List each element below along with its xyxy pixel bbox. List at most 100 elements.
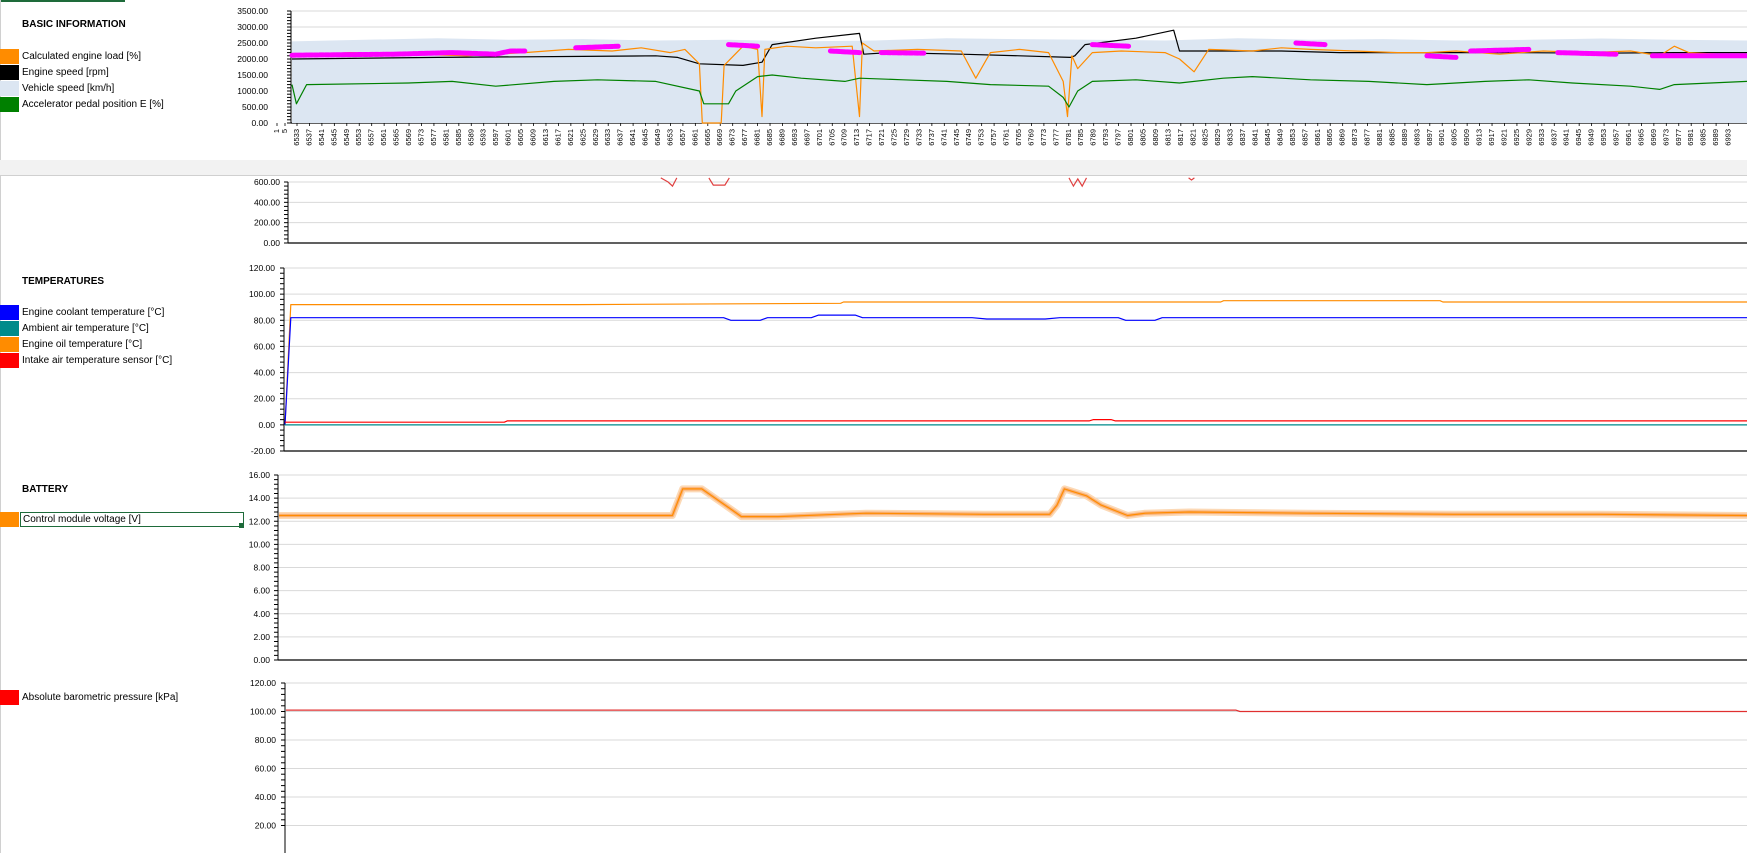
y-tick-label: 14.00 xyxy=(249,493,271,503)
x-tick-label: 6685 xyxy=(765,129,774,146)
x-tick-label: 6969 xyxy=(1649,129,1658,146)
x-tick-label: 6601 xyxy=(504,129,513,146)
x-tick-label: 6697 xyxy=(802,129,811,146)
x-tick-label: 6721 xyxy=(877,129,886,146)
x-tick-label: 6893 xyxy=(1412,129,1421,146)
x-tick-label: 6701 xyxy=(815,129,824,146)
chart-upper-partial: 0.00 200.00 400.00 600.00 xyxy=(254,177,1747,248)
series-highlight-segment xyxy=(573,43,622,51)
series-highlight-segment xyxy=(878,50,928,56)
x-tick-label: 6629 xyxy=(591,129,600,146)
y-tick-label: 20.00 xyxy=(255,821,277,831)
chart-temperatures: -20.00 0.00 20.00 40.00 60.00 80.00 100.00 120.… xyxy=(249,263,1747,456)
x-tick-label: 6709 xyxy=(840,129,849,146)
x-tick-label: 6693 xyxy=(790,129,799,146)
worksheet: BASIC INFORMATION Calculated engine load… xyxy=(0,0,1747,853)
x-tick-label: 5 xyxy=(280,129,289,133)
x-tick-label: 6929 xyxy=(1524,129,1533,146)
x-tick-label: 6621 xyxy=(566,129,575,146)
x-tick-label: 6773 xyxy=(1039,129,1048,146)
x-tick-label: 6553 xyxy=(354,129,363,146)
y-tick-label: 2.00 xyxy=(253,632,270,642)
x-tick-label: 6849 xyxy=(1275,129,1284,146)
series-highlight-segment xyxy=(1555,50,1619,57)
x-tick-label: 6813 xyxy=(1163,129,1172,146)
x-tick-label: 6705 xyxy=(827,129,836,146)
y-tick-label: 200.00 xyxy=(254,218,280,228)
y-tick-label: 8.00 xyxy=(253,563,270,573)
x-tick-label: 6913 xyxy=(1475,129,1484,146)
x-tick-label: 6729 xyxy=(902,129,911,146)
x-tick-label: 6905 xyxy=(1450,129,1459,146)
x-tick-label: 6901 xyxy=(1437,129,1446,146)
x-tick-label: 6821 xyxy=(1188,129,1197,146)
x-tick-label: 6877 xyxy=(1363,129,1372,146)
x-tick-label: 6801 xyxy=(1126,129,1135,146)
x-tick-label: 6973 xyxy=(1661,129,1670,146)
chart-battery: 0.00 2.00 4.00 6.00 8.00 10.00 12.00 14.00 16.00 xyxy=(249,470,1747,665)
x-tick-label: 6785 xyxy=(1076,129,1085,146)
x-tick-label: 6561 xyxy=(379,129,388,146)
x-tick-label: 6689 xyxy=(777,129,786,146)
x-tick-label: 6925 xyxy=(1512,129,1521,146)
x-tick-label: 6941 xyxy=(1562,129,1571,146)
x-tick-label: 6661 xyxy=(690,129,699,146)
x-tick-label: 6873 xyxy=(1350,129,1359,146)
y-tick-label: 0.00 xyxy=(253,655,270,665)
x-tick-label: 6545 xyxy=(329,129,338,146)
x-tick-label: 6565 xyxy=(392,129,401,146)
y-tick-label: 40.00 xyxy=(254,368,276,378)
x-tick-label: 6745 xyxy=(952,129,961,146)
x-tick-label: 6533 xyxy=(292,129,301,146)
y-tick-label: 20.00 xyxy=(254,394,276,404)
x-tick-label: 6833 xyxy=(1226,129,1235,146)
y-tick-label: 40.00 xyxy=(255,792,277,802)
y-tick-label: 80.00 xyxy=(255,735,277,745)
y-tick-label: -20.00 xyxy=(251,446,275,456)
series-highlight-segment xyxy=(1468,46,1532,54)
x-tick-label: 6805 xyxy=(1138,129,1147,146)
x-tick-label: 6989 xyxy=(1711,129,1720,146)
x-tick-label: 6857 xyxy=(1300,129,1309,146)
x-tick-label: 6589 xyxy=(466,129,475,146)
y-tick-label: 120.00 xyxy=(249,263,275,273)
x-tick-label: 6781 xyxy=(1064,129,1073,146)
x-tick-label: 6617 xyxy=(553,129,562,146)
x-tick-label: 6749 xyxy=(964,129,973,146)
y-tick-label: 4.00 xyxy=(253,609,270,619)
x-tick-label: 6733 xyxy=(914,129,923,146)
y-tick-label: 1500.00 xyxy=(237,70,268,80)
x-tick-label: 6825 xyxy=(1201,129,1210,146)
y-tick-label: 3500.00 xyxy=(237,6,268,16)
x-tick-label: 6953 xyxy=(1599,129,1608,146)
x-tick-label: 6985 xyxy=(1699,129,1708,146)
x-tick-label: 6809 xyxy=(1151,129,1160,146)
x-tick-label: 6921 xyxy=(1499,129,1508,146)
x-tick-label: 6669 xyxy=(715,129,724,146)
x-tick-label: 6949 xyxy=(1587,129,1596,146)
series-highlight-segment xyxy=(1089,42,1132,49)
x-tick-label: 6633 xyxy=(603,129,612,146)
series-highlight-segment xyxy=(1424,53,1459,60)
x-tick-label: 6993 xyxy=(1724,129,1733,146)
y-tick-label: 2500.00 xyxy=(237,38,268,48)
series-highlight-segment xyxy=(726,42,761,49)
y-tick-label: 6.00 xyxy=(253,586,270,596)
x-tick-label: 6869 xyxy=(1338,129,1347,146)
y-tick-label: 120.00 xyxy=(250,678,276,688)
series-highlight-segment xyxy=(1293,40,1328,48)
y-tick-label: 60.00 xyxy=(255,764,277,774)
x-tick-label: 6645 xyxy=(641,129,650,146)
y-tick-label: 400.00 xyxy=(254,197,280,207)
y-tick-label: 1000.00 xyxy=(237,86,268,96)
x-tick-label: 6541 xyxy=(317,129,326,146)
x-tick-label: 6765 xyxy=(1014,129,1023,146)
y-tick-label: 0.00 xyxy=(263,238,280,248)
x-tick-label: 6537 xyxy=(304,129,313,146)
y-tick-label: 100.00 xyxy=(250,707,276,717)
x-tick-label: 6961 xyxy=(1624,129,1633,146)
x-tick-label: 6569 xyxy=(404,129,413,146)
x-tick-label: 6777 xyxy=(1051,129,1060,146)
x-tick-label: 6761 xyxy=(1002,129,1011,146)
x-tick-label: 6937 xyxy=(1549,129,1558,146)
